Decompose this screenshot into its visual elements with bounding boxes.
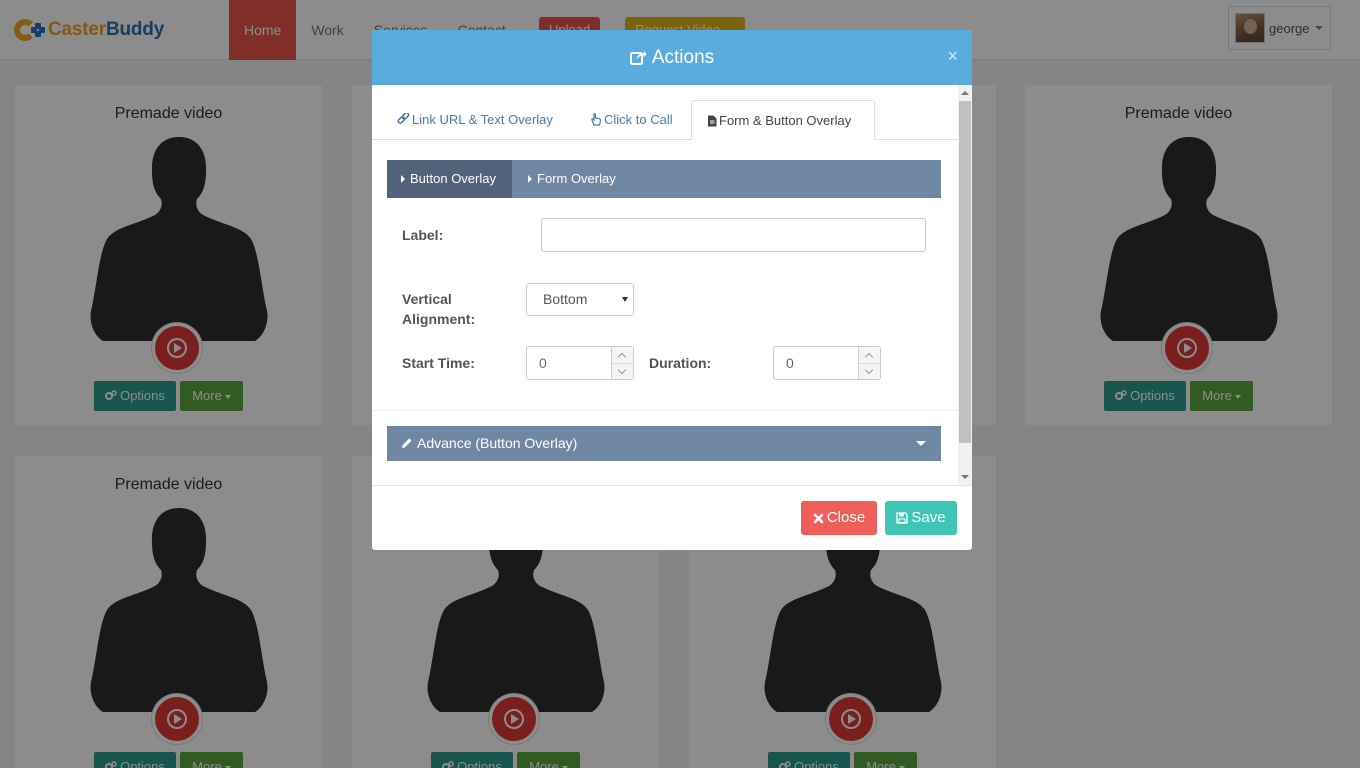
action-tabs: Link URL & Text Overlay Click to Call Fo…: [372, 100, 958, 140]
start-time-spinner: [611, 347, 633, 379]
times-icon: [813, 513, 824, 524]
scroll-down-icon[interactable]: [961, 475, 969, 479]
scroll-thumb[interactable]: [959, 101, 971, 443]
file-icon: [708, 115, 717, 127]
vertical-alignment-select[interactable]: Bottom: [526, 283, 634, 316]
start-time-label: Start Time:: [402, 355, 475, 371]
close-button[interactable]: Close: [801, 501, 877, 535]
pencil-icon: [402, 438, 412, 448]
modal-footer: Close Save: [372, 485, 972, 550]
tab-link-url[interactable]: Link URL & Text Overlay: [397, 100, 553, 140]
modal-header: Actions ×: [372, 30, 972, 85]
duration-input[interactable]: 0: [773, 346, 881, 380]
tab-click-to-call[interactable]: Click to Call: [590, 100, 673, 140]
overlay-subtabs: Button Overlay Form Overlay: [387, 160, 941, 198]
caret-right-icon: [401, 175, 405, 183]
modal-body: Link URL & Text Overlay Click to Call Fo…: [372, 85, 958, 485]
modal-title: Actions: [372, 30, 972, 85]
caret-down-icon: [622, 297, 628, 302]
vertical-alignment-label: Vertical Alignment:: [402, 291, 476, 327]
modal-scrollbar[interactable]: [958, 85, 972, 485]
decrement-icon[interactable]: [859, 363, 880, 379]
caret-right-icon: [528, 175, 532, 183]
pointer-icon: [591, 113, 602, 126]
share-icon: [629, 50, 647, 65]
save-button[interactable]: Save: [885, 501, 957, 535]
floppy-icon: [896, 512, 909, 524]
duration-label: Duration:: [649, 355, 712, 371]
close-icon[interactable]: ×: [947, 46, 958, 67]
scroll-up-icon[interactable]: [961, 91, 969, 95]
start-time-input[interactable]: 0: [526, 346, 634, 380]
label-field-label: Label:: [402, 227, 444, 243]
divider: [372, 410, 958, 411]
increment-icon[interactable]: [612, 347, 633, 363]
increment-icon[interactable]: [859, 347, 880, 363]
subtab-button-overlay[interactable]: Button Overlay: [387, 160, 512, 198]
label-input[interactable]: [541, 218, 926, 252]
caret-down-icon: [916, 441, 926, 446]
duration-spinner: [858, 347, 880, 379]
advance-accordion[interactable]: Advance (Button Overlay): [387, 426, 941, 461]
decrement-icon[interactable]: [612, 363, 633, 379]
actions-modal: Actions × Link URL & Text Overlay Click …: [372, 30, 972, 550]
tab-form-button-overlay[interactable]: Form & Button Overlay: [691, 100, 875, 140]
link-icon: [397, 111, 410, 124]
subtab-form-overlay[interactable]: Form Overlay: [514, 160, 644, 198]
